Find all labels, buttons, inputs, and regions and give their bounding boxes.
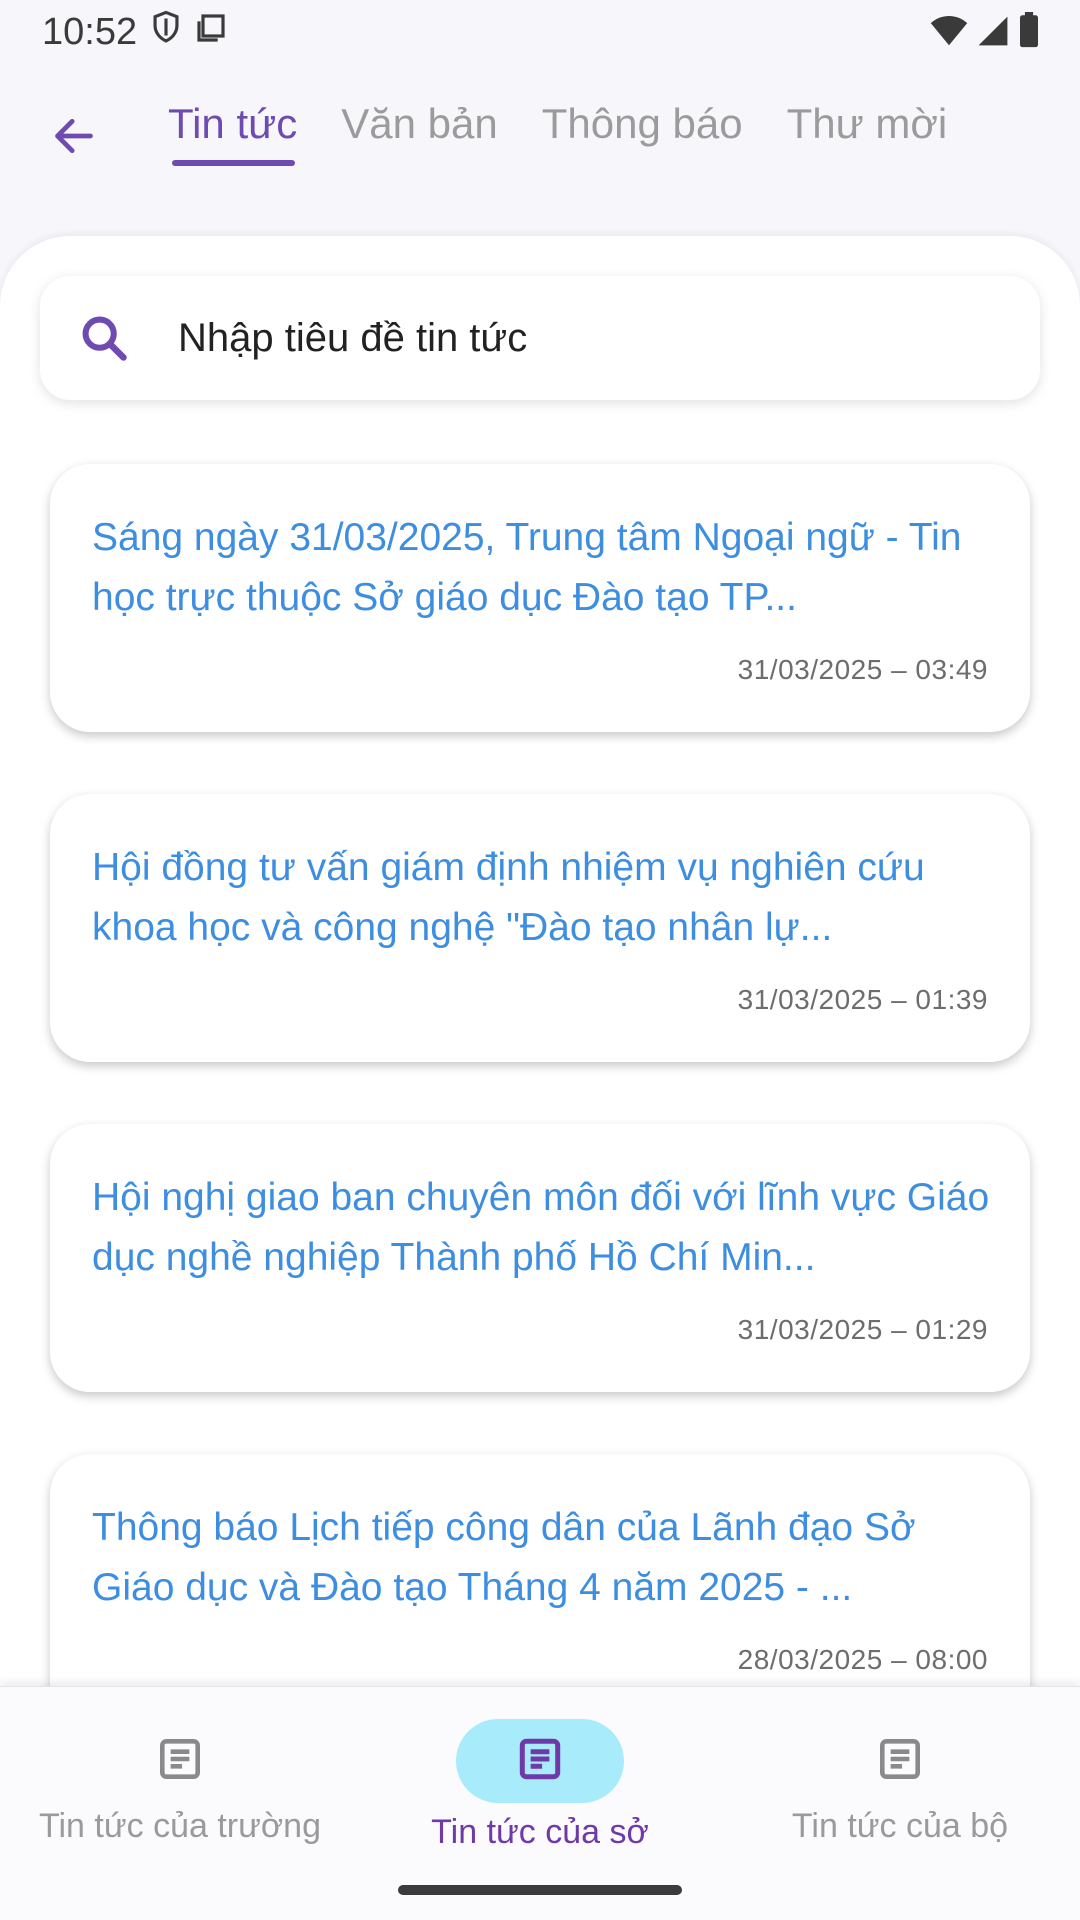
search-icon: [74, 308, 134, 368]
signal-icon: [976, 14, 1010, 57]
screenshot-icon: [195, 11, 227, 54]
news-card[interactable]: Thông báo Lịch tiếp công dân của Lãnh đạ…: [50, 1454, 1030, 1686]
news-card[interactable]: Sáng ngày 31/03/2025, Trung tâm Ngoại ng…: [50, 464, 1030, 732]
battery-icon: [1018, 12, 1040, 58]
top-bar: Tin tức Văn bản Thông báo Thư mời: [0, 80, 1080, 190]
nav-tin-tuc-cua-bo[interactable]: Tin tức của bộ: [720, 1687, 1080, 1867]
nav-label: Tin tức của bộ: [791, 1807, 1009, 1845]
news-title: Sáng ngày 31/03/2025, Trung tâm Ngoại ng…: [92, 516, 962, 619]
news-card[interactable]: Hội đồng tư vấn giám định nhiệm vụ nghiê…: [50, 794, 1030, 1062]
news-title: Hội đồng tư vấn giám định nhiệm vụ nghiê…: [92, 846, 925, 949]
article-icon: [515, 1734, 565, 1789]
tab-van-ban[interactable]: Văn bản: [341, 100, 497, 166]
news-date: 31/03/2025 – 03:49: [737, 654, 988, 685]
wifi-icon: [930, 14, 968, 57]
status-time: 10:52: [42, 10, 138, 53]
news-title: Thông báo Lịch tiếp công dân của Lãnh đạ…: [92, 1506, 916, 1609]
tab-tin-tuc[interactable]: Tin tức: [168, 100, 297, 166]
news-date: 31/03/2025 – 01:39: [737, 984, 988, 1015]
back-button[interactable]: [44, 110, 104, 166]
tab-bar: Tin tức Văn bản Thông báo Thư mời: [168, 100, 947, 166]
search-box[interactable]: [40, 276, 1040, 400]
tab-thu-moi[interactable]: Thư mời: [787, 100, 948, 166]
nav-label: Tin tức của trường: [39, 1807, 321, 1845]
home-indicator[interactable]: [398, 1885, 682, 1895]
nav-label: Tin tức của sở: [431, 1813, 649, 1851]
news-card[interactable]: Hội nghị giao ban chuyên môn đối với lĩn…: [50, 1124, 1030, 1392]
news-title: Hội nghị giao ban chuyên môn đối với lĩn…: [92, 1176, 990, 1279]
search-input[interactable]: [178, 315, 958, 361]
tab-thong-bao[interactable]: Thông báo: [542, 100, 743, 166]
nav-tin-tuc-cua-so[interactable]: Tin tức của sở: [360, 1687, 720, 1867]
news-date: 28/03/2025 – 08:00: [737, 1644, 988, 1675]
shield-icon: [151, 10, 181, 54]
screen: 10:52 Tin tức Văn bản Thông báo Thư mời …: [0, 0, 1080, 1920]
status-bar: 10:52: [0, 0, 1080, 64]
article-icon: [875, 1734, 925, 1789]
news-panel: Sáng ngày 31/03/2025, Trung tâm Ngoại ng…: [0, 236, 1080, 1686]
arrow-left-icon: [49, 114, 99, 163]
article-icon: [155, 1734, 205, 1789]
nav-tin-tuc-cua-truong[interactable]: Tin tức của trường: [0, 1687, 360, 1867]
news-date: 31/03/2025 – 01:29: [737, 1314, 988, 1345]
